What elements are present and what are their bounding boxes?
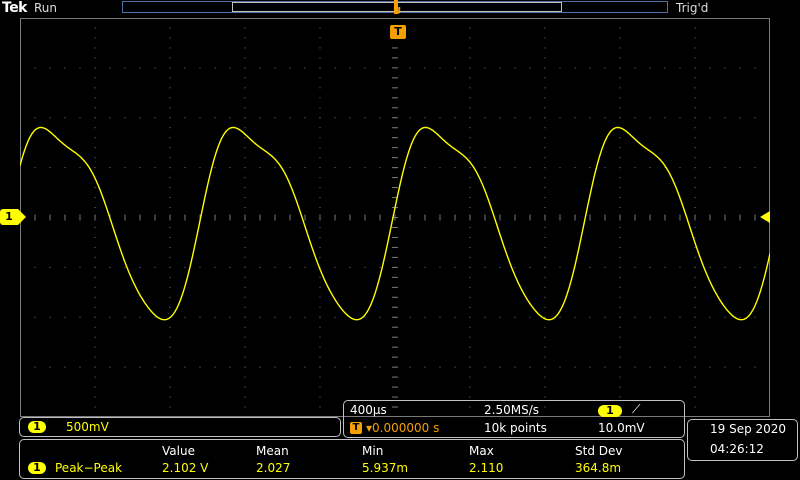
measurement-std-dev: 364.8m: [575, 461, 622, 475]
time: 04:26:12: [710, 442, 764, 456]
sample-rate: 2.50MS/s: [484, 403, 539, 417]
trigger-delay-icon: T: [350, 422, 362, 434]
trigger-delay: ▾0.000000 s: [366, 421, 440, 435]
std-dev-header: Std Dev: [575, 444, 623, 458]
measurement-panel[interactable]: Value Mean Min Max Std Dev 1 Peak−Peak 2…: [19, 439, 685, 479]
measurement-min: 5.937m: [362, 461, 409, 475]
measurement-value: 2.102 V: [162, 461, 209, 475]
date: 19 Sep 2020: [710, 422, 787, 436]
trigger-source-badge: 1: [598, 405, 622, 417]
brand-logo: Tek: [2, 0, 28, 16]
mean-header: Mean: [256, 444, 289, 458]
timebase-panel[interactable]: 400µs 2.50MS/s T ▾0.000000 s 10k points …: [343, 400, 685, 438]
measurement-mean: 2.027: [256, 461, 291, 475]
max-header: Max: [469, 444, 494, 458]
rising-edge-icon: ⟋: [632, 402, 641, 416]
time-per-division: 400µs: [350, 403, 387, 417]
channel-1-waveform: [20, 126, 770, 321]
run-state[interactable]: Run: [34, 1, 57, 15]
graticule[interactable]: [20, 18, 770, 417]
record-length: 10k points: [484, 421, 547, 435]
trigger-level: 10.0mV: [598, 421, 645, 435]
measurement-channel-badge: 1: [28, 462, 46, 474]
value-header: Value: [162, 444, 195, 458]
channel-1-badge: 1: [28, 421, 46, 433]
measurement-max: 2.110: [469, 461, 504, 475]
date-time-panel[interactable]: 19 Sep 2020 04:26:12: [687, 419, 798, 461]
measurement-name: Peak−Peak: [55, 461, 123, 475]
trigger-position-arrow-icon: U: [393, 6, 402, 17]
trigger-state: Trig'd: [676, 1, 709, 15]
channel-1-panel[interactable]: 1 500mV: [19, 417, 341, 437]
grid-lines: [20, 18, 770, 417]
channel-1-scale: 500mV: [66, 420, 109, 434]
channel-1-ground-marker[interactable]: 1: [0, 209, 26, 225]
trigger-position-marker[interactable]: T: [390, 25, 406, 39]
min-header: Min: [362, 444, 384, 458]
trigger-level-marker[interactable]: [760, 211, 770, 223]
